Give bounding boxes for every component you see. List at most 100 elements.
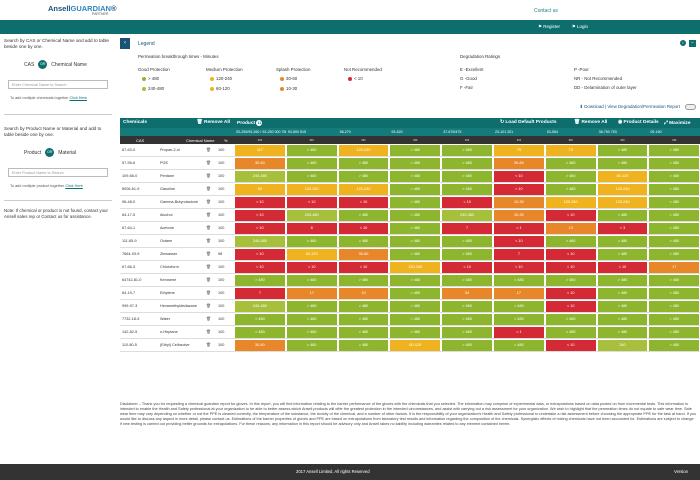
trash-icon[interactable]: 🗑 [206,248,214,261]
cas-cell: 7732-18-5 [122,317,140,321]
product-options-dots[interactable]: ••• [285,136,338,144]
product-options-dots[interactable]: ••• [648,136,700,144]
product-column-header[interactable]: 37-675/475 [441,128,493,136]
breakthrough-cell: 120-240 [286,184,337,195]
divider [4,200,112,201]
product-material-toggle[interactable]: Product OR Material [24,148,76,157]
breakthrough-cell: > 480 [338,301,389,312]
info-icon[interactable]: i [680,40,686,46]
trash-icon[interactable]: 🗑 [206,222,214,235]
cas-cell: 64742-81-0 [122,278,142,282]
breakthrough-cell: 7 [235,288,285,299]
trash-icon[interactable]: 🗑 [206,183,214,196]
breakthrough-cell: > 480 [442,275,492,286]
product-options-dots[interactable]: ••• [389,136,442,144]
chemical-name-cell: Kerosene [160,278,177,282]
product-column-header[interactable]: 58-270 [337,128,390,136]
prod-click-here-link[interactable]: Click Here [65,184,83,188]
trash-icon[interactable]: 🗑 [206,170,214,183]
trash-icon[interactable]: 🗑 [206,339,214,352]
cas-chem-toggle[interactable]: CAS OR Chemical Name [24,60,87,69]
ansell-guardian-logo[interactable]: AnsellGUARDIAN® PARTNER [48,4,116,16]
breakthrough-cell: > 480 [649,327,700,338]
back-button[interactable]: ‹ [120,38,130,49]
product-options-dots[interactable]: ••• [234,136,286,144]
product-column-header[interactable]: 05-160 [648,128,700,136]
remove-all-chem-button[interactable]: 🗑 Remove All [197,120,230,125]
cas-cell: 96-48-0 [122,200,136,204]
breakthrough-cell: 120-240 [545,197,596,208]
trash-icon[interactable]: 🗑 [206,157,214,170]
product-details-button[interactable]: ◉ Product Details [618,120,659,125]
trash-icon[interactable]: 🗑 [206,300,214,313]
breakthrough-cell: < 10 [338,262,389,273]
product-options-dots[interactable]: ••• [493,136,545,144]
breakthrough-cell: > 480 [286,301,337,312]
medium-label: Medium Protection [206,67,243,72]
chemicals-header: Chemicals 🗑 Remove All [120,118,234,128]
collapse-button[interactable]: − [689,40,696,47]
spl-a: 30-60 [280,76,297,81]
contact-us-link[interactable]: Contact us [534,8,558,14]
product-options-dots[interactable]: ••• [441,136,493,144]
breakthrough-cell: > 480 [649,236,700,247]
cas-cell: 67-63-0 [122,148,136,152]
breakthrough-cell: > 480 [338,210,389,221]
deg-p: P -Poor [574,67,589,72]
product-options-dots[interactable]: ••• [337,136,390,144]
copyright: 2017 Ansell Limited. All rights Reserved [296,469,370,474]
trash-icon[interactable]: 🗑 [206,313,214,326]
breakthrough-cell: > 480 [390,288,441,299]
breakthrough-cell: > 480 [597,275,648,286]
breakthrough-cell: > 480 [494,340,544,351]
trash-icon[interactable]: 🗑 [206,274,214,287]
breakthrough-cell: > 480 [390,314,441,325]
trash-icon[interactable]: 🗑 [206,209,214,222]
product-search-input[interactable]: Enter Product Name to Search [8,168,108,177]
product-column-header[interactable]: 93-250/93-260 / 93-250 000 780 [234,128,286,136]
breakthrough-cell: > 480 [390,197,441,208]
report-toggle[interactable] [685,104,696,110]
breakthrough-cell: > 480 [390,145,441,156]
product-column-header[interactable]: 23-101 201 [493,128,545,136]
download-link[interactable]: ⬇ Download [579,104,603,109]
maximize-button[interactable]: ⤢ Maximize [664,120,691,126]
chem-subheader [120,128,234,136]
breakthrough-cell: 240-480 [235,171,285,182]
top-header: AnsellGUARDIAN® PARTNER Contact us [0,0,700,20]
view-report-link[interactable]: View Degradation/Permeation Report [607,104,680,109]
table-row: 64-17-5 Alcohol 🗑 100 < 10 240-480 > 480 > 480 2… [120,209,700,222]
breakthrough-cell: 30-60 [494,158,544,169]
remove-all-prod-button[interactable]: 🗑 Remove All [574,120,607,125]
login-link[interactable]: ⚑ Login [572,24,588,30]
cas-cell: 109-66-0 [122,174,138,178]
breakthrough-cell: > 480 [390,249,441,260]
breakthrough-cell: > 480 [597,158,648,169]
breakthrough-cell: > 480 [649,288,700,299]
breakthrough-cell: 120-240 [338,184,389,195]
breakthrough-cell: 30-60 [235,340,285,351]
breakthrough-cell: < 10 [235,249,285,260]
trash-icon[interactable]: 🗑 [206,261,214,274]
breakthrough-cell: > 480 [649,197,700,208]
trash-icon[interactable]: 🗑 [206,326,214,339]
trash-icon[interactable]: 🗑 [206,287,214,300]
good-label: Good Protection [138,67,170,72]
trash-icon[interactable]: 🗑 [206,144,214,157]
deg-f: F -Fair [460,85,473,90]
table-row: 64-19-7 Ethylene 🗑 100 7 17 19 > 480 54 17 < 10 > 4… [120,287,700,300]
product-column-header[interactable]: 38-750 753 [596,128,649,136]
breakthrough-cell: < 10 [338,197,389,208]
trash-icon[interactable]: 🗑 [206,235,214,248]
product-column-header[interactable]: 93-500 515 [285,128,338,136]
load-default-button[interactable]: ↻ Load Default Products [500,120,557,125]
product-options-dots[interactable]: ••• [544,136,597,144]
product-options-dots[interactable]: ••• [596,136,649,144]
product-column-header[interactable]: 93-620 [389,128,442,136]
chem-click-here-link[interactable]: Click Here [70,96,88,100]
cas-cell: 67-66-3 [122,265,136,269]
product-column-header[interactable]: 53-554 [544,128,597,136]
chemical-search-input[interactable]: Enter Chemical Name to Search [8,80,108,89]
trash-icon[interactable]: 🗑 [206,196,214,209]
register-link[interactable]: ⚑ Register [538,24,560,30]
